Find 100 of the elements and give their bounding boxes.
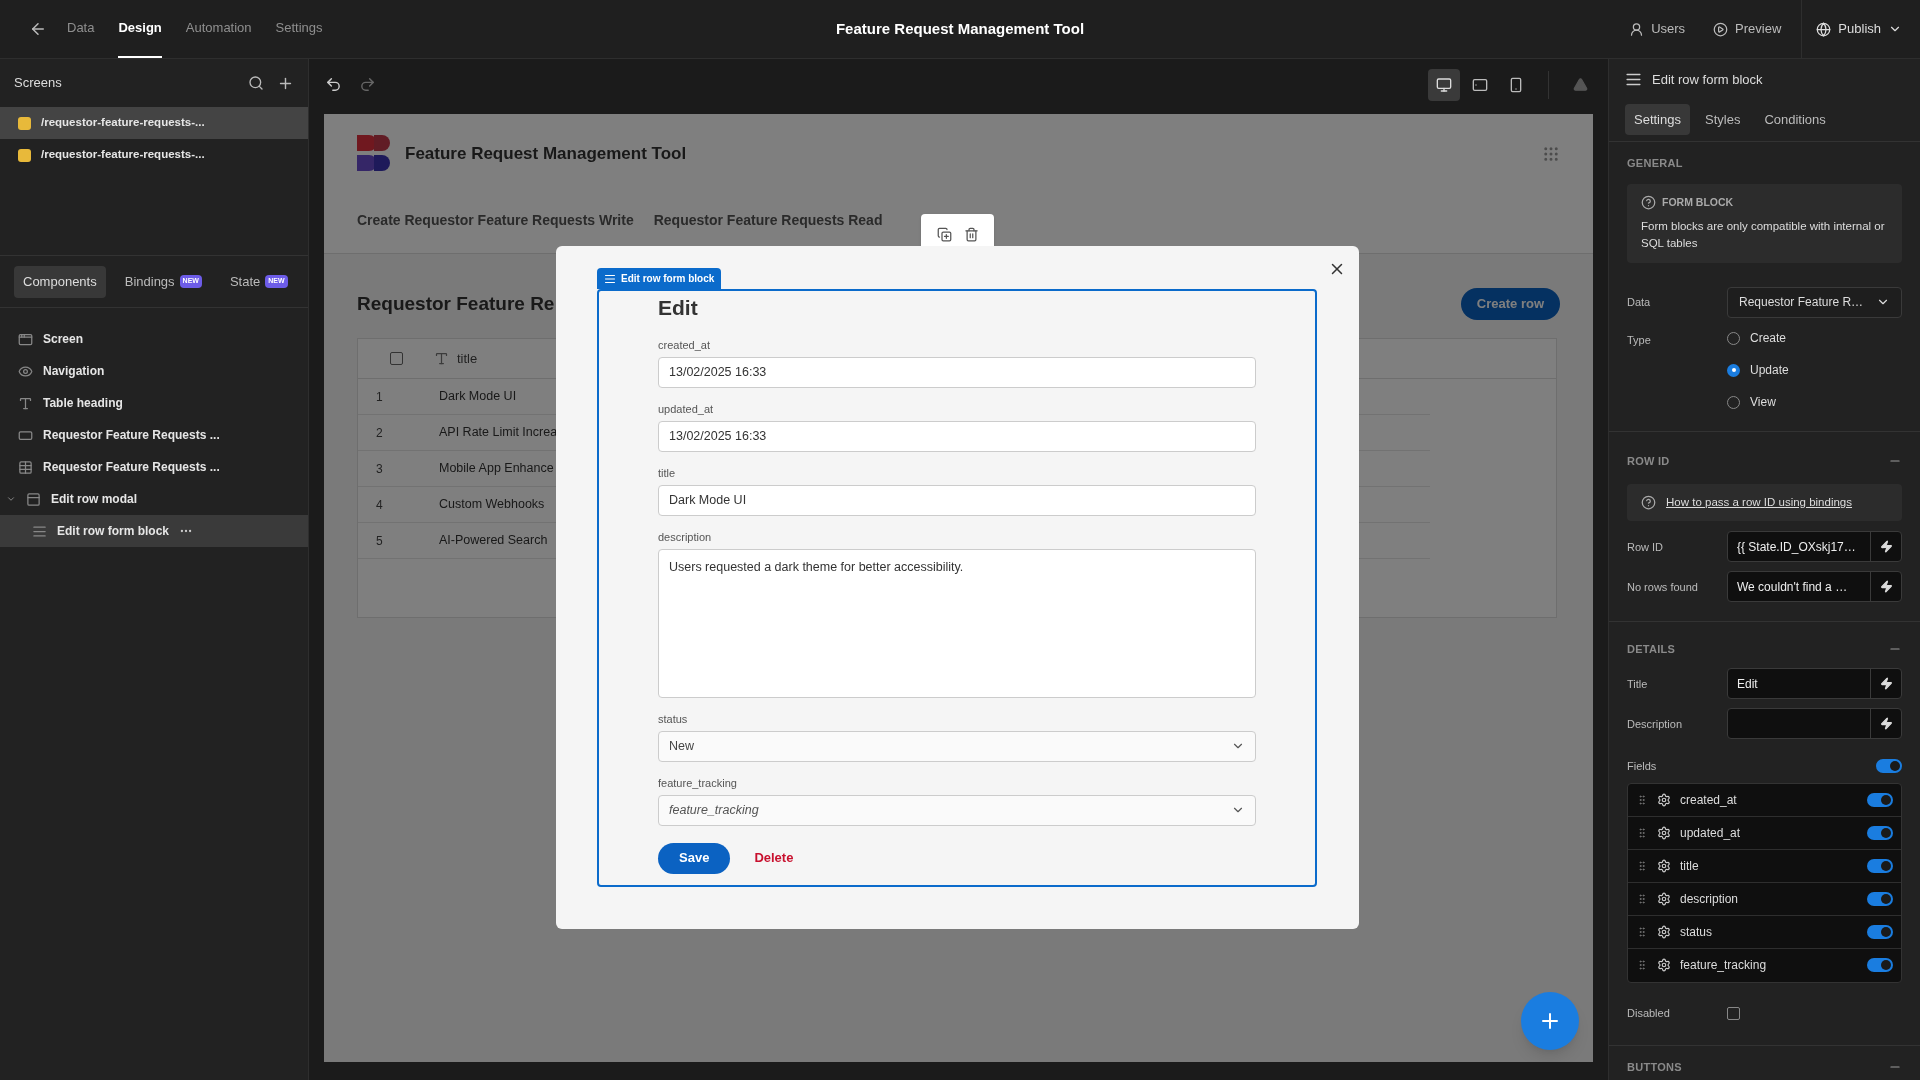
drag-handle-icon[interactable] <box>1636 959 1648 972</box>
section-heading: BUTTONS <box>1627 1060 1682 1075</box>
delete-button[interactable]: Delete <box>754 848 794 868</box>
binding-field[interactable]: {{ State.ID_OXskj17… <box>1727 531 1902 563</box>
drag-handle-icon[interactable] <box>1636 826 1648 839</box>
settings-icon[interactable] <box>1657 858 1671 873</box>
field-label: created_at <box>658 337 711 353</box>
table-icon <box>18 459 33 475</box>
app-title: Feature Request Management Tool <box>834 18 1086 39</box>
publish-button[interactable]: Publish <box>1801 0 1920 58</box>
component-tree-item[interactable]: Requestor Feature Requests ... <box>0 451 308 483</box>
window-icon <box>18 331 33 347</box>
component-tree-item[interactable]: Screen <box>0 323 308 355</box>
data-select[interactable]: Requestor Feature R… <box>1727 286 1902 318</box>
users-button[interactable]: Users <box>1629 19 1686 39</box>
field-name: status <box>1680 923 1712 941</box>
select-field[interactable]: New <box>658 730 1256 762</box>
toggle-switch[interactable] <box>1867 891 1893 906</box>
settings-icon[interactable] <box>1657 792 1671 807</box>
toggle-switch[interactable] <box>1867 858 1893 873</box>
section-heading: ROW ID <box>1627 453 1670 469</box>
lines-icon <box>32 523 47 539</box>
binding-field[interactable]: We couldn't find a … <box>1727 571 1902 603</box>
property-label: Row ID <box>1627 539 1665 555</box>
property-label: Data <box>1627 295 1652 310</box>
component-label: Table heading <box>43 395 123 412</box>
drag-handle-icon[interactable] <box>1636 859 1648 872</box>
text-icon <box>18 395 33 411</box>
settings-tab[interactable]: Styles <box>1696 104 1750 135</box>
save-button[interactable]: Save <box>658 842 731 874</box>
panel-title: Edit row form block <box>1652 70 1763 89</box>
preview-button[interactable]: Preview <box>1713 19 1782 39</box>
field-label: feature_tracking <box>658 775 738 791</box>
help-link[interactable]: How to pass a row ID using bindings <box>1666 493 1852 511</box>
table-cell-text: AI-Powered Search <box>439 532 548 550</box>
settings-tab[interactable]: Settings <box>1625 104 1690 135</box>
property-label: Title <box>1627 676 1649 692</box>
radio-label: Create <box>1750 330 1787 348</box>
lightning-icon[interactable] <box>1879 540 1893 554</box>
nav-tab[interactable]: Automation <box>185 0 252 58</box>
help-icon <box>1641 195 1656 211</box>
screen-item[interactable]: /requestor-feature-requests-... <box>0 107 308 139</box>
redo-icon[interactable] <box>359 76 376 93</box>
radio-button[interactable] <box>1727 363 1740 377</box>
drag-handle-icon[interactable] <box>1636 925 1648 938</box>
component-tree-item[interactable]: Table heading <box>0 387 308 419</box>
checkbox[interactable] <box>389 352 403 365</box>
toggle-switch[interactable] <box>1867 924 1893 939</box>
binding-field[interactable]: Edit <box>1727 668 1902 700</box>
settings-tab[interactable]: Conditions <box>1755 104 1835 135</box>
table-cell-text: Custom Webhooks <box>439 496 545 514</box>
nav-link[interactable]: Requestor Feature Requests Read <box>653 210 883 231</box>
nav-tab[interactable]: Data <box>67 0 95 58</box>
field-label: description <box>658 529 713 545</box>
caret-icon[interactable] <box>6 494 16 504</box>
panel-tab[interactable]: Components <box>14 265 106 298</box>
text-field[interactable]: 13/02/2025 16:33 <box>658 356 1256 388</box>
toggle-switch[interactable] <box>1876 758 1902 773</box>
screen-route: /requestor-feature-requests-... <box>41 115 205 131</box>
lightning-icon[interactable] <box>1879 677 1893 691</box>
lightning-icon[interactable] <box>1879 580 1893 594</box>
form-title: Edit <box>658 295 699 321</box>
component-tree-item[interactable]: Edit row modal <box>0 483 308 515</box>
lines-icon <box>1625 71 1642 88</box>
lightning-icon[interactable] <box>1879 717 1893 731</box>
settings-icon[interactable] <box>1657 924 1671 939</box>
drag-handle-icon[interactable] <box>1636 793 1648 806</box>
nav-link[interactable]: Create Requestor Feature Requests Write <box>357 210 634 231</box>
trash-icon[interactable] <box>963 226 979 242</box>
text-field[interactable]: Dark Mode UI <box>658 484 1256 516</box>
toggle-switch[interactable] <box>1867 825 1893 840</box>
select-field[interactable]: feature_tracking <box>658 794 1256 826</box>
text-icon <box>434 351 449 366</box>
row-number: 5 <box>375 532 384 550</box>
row-number: 4 <box>375 496 384 514</box>
binding-field[interactable] <box>1727 708 1902 740</box>
toggle-switch[interactable] <box>1867 792 1893 807</box>
component-tree-item[interactable]: Navigation <box>0 355 308 387</box>
undo-icon[interactable] <box>325 76 342 93</box>
search-icon[interactable] <box>248 75 264 91</box>
back-icon[interactable] <box>29 20 47 38</box>
nav-tab[interactable]: Settings <box>275 0 323 58</box>
checkbox[interactable] <box>1727 1006 1740 1020</box>
toggle-switch[interactable] <box>1867 958 1893 973</box>
monitor-icon <box>1436 76 1452 93</box>
settings-icon[interactable] <box>1657 825 1671 840</box>
table-heading: Requestor Feature Re <box>357 291 555 316</box>
text-field[interactable]: 13/02/2025 16:33 <box>658 420 1256 452</box>
property-label: Type <box>1627 332 1652 348</box>
duplicate-icon[interactable] <box>936 226 952 242</box>
drag-handle-icon[interactable] <box>1636 892 1648 905</box>
settings-icon[interactable] <box>1657 958 1671 973</box>
desktop-button[interactable] <box>1428 68 1460 101</box>
tablet-icon <box>1472 76 1488 93</box>
component-tree-item[interactable]: Edit row form block <box>0 515 308 547</box>
text-area[interactable]: Users requested a dark theme for better accessibility. <box>658 548 1256 698</box>
component-label: Screen <box>43 331 84 348</box>
settings-icon[interactable] <box>1657 891 1671 906</box>
component-tree-item[interactable]: Requestor Feature Requests ... <box>0 419 308 451</box>
user-icon <box>1629 21 1645 37</box>
